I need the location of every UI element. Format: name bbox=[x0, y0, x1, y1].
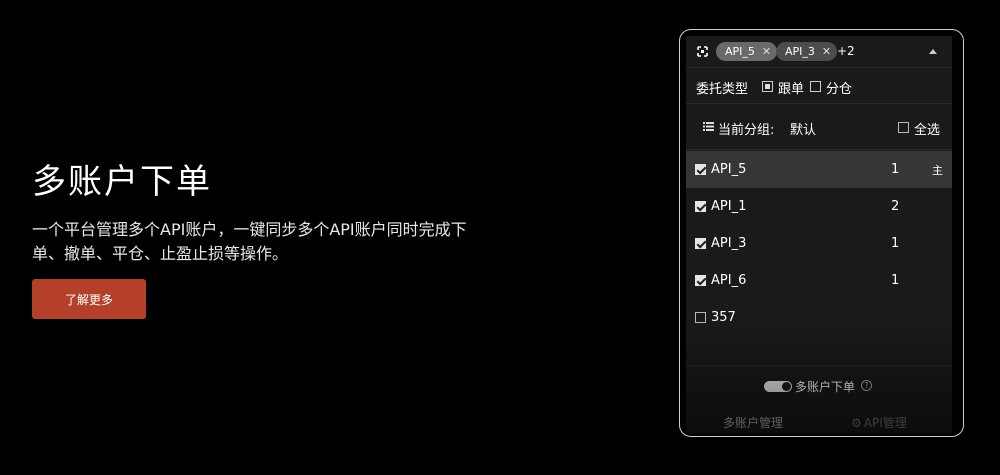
account-name: API_3 bbox=[711, 236, 747, 251]
expand-icon[interactable] bbox=[697, 46, 708, 57]
account-count: 1 bbox=[891, 273, 900, 288]
tab-multi-account-manage[interactable]: 多账户管理 bbox=[723, 414, 783, 431]
account-name: API_6 bbox=[711, 273, 747, 288]
split-position-radio[interactable] bbox=[810, 81, 821, 92]
follow-order-label[interactable]: 跟单 bbox=[778, 78, 804, 97]
account-row[interactable]: API_5 1 主 bbox=[686, 151, 952, 188]
current-group-label: 当前分组: bbox=[718, 123, 775, 138]
multi-account-toggle-label[interactable]: 多账户下单 bbox=[795, 378, 855, 395]
hero-section: 多账户下单 一个平台管理多个API账户，一键同步多个API账户同时完成下单、撤单… bbox=[32, 160, 492, 319]
caret-up-icon[interactable] bbox=[929, 49, 937, 54]
primary-badge: 主 bbox=[932, 164, 943, 177]
account-count: 1 bbox=[891, 162, 900, 177]
split-position-label[interactable]: 分仓 bbox=[826, 78, 852, 97]
account-count: 1 bbox=[891, 236, 900, 251]
current-group-value[interactable]: 默认 bbox=[790, 119, 816, 138]
select-all-checkbox[interactable] bbox=[898, 122, 909, 133]
gear-icon: ⚙ bbox=[851, 416, 862, 430]
help-icon[interactable]: ? bbox=[861, 380, 872, 391]
close-icon[interactable]: ✕ bbox=[822, 45, 831, 58]
close-icon[interactable]: ✕ bbox=[762, 45, 771, 58]
order-type-row: 委托类型 跟单 分仓 bbox=[686, 68, 952, 104]
account-row[interactable]: API_6 1 bbox=[686, 262, 952, 299]
account-checkbox[interactable] bbox=[695, 312, 706, 323]
account-name: API_1 bbox=[711, 199, 747, 214]
list-icon bbox=[703, 122, 714, 131]
account-checkbox[interactable] bbox=[695, 238, 706, 249]
account-checkbox[interactable] bbox=[695, 164, 706, 175]
multi-account-toggle-row: 多账户下单 ? bbox=[686, 365, 952, 405]
order-type-label: 委托类型 bbox=[696, 82, 749, 97]
selected-tag[interactable]: API_5 ✕ bbox=[716, 42, 778, 61]
account-row[interactable]: API_3 1 bbox=[686, 225, 952, 262]
account-row[interactable]: API_1 2 bbox=[686, 188, 952, 225]
group-row: 当前分组: 默认 全选 bbox=[686, 104, 952, 150]
account-name: 357 bbox=[711, 310, 736, 325]
select-all-label[interactable]: 全选 bbox=[914, 119, 940, 138]
multi-account-panel: API_5 ✕ API_3 ✕ +2 委托类型 跟单 分仓 当前分组: 默认 全… bbox=[686, 36, 952, 434]
account-checkbox[interactable] bbox=[695, 275, 706, 286]
selected-tag[interactable]: API_3 ✕ bbox=[776, 42, 838, 61]
tag-label: API_3 bbox=[785, 45, 815, 58]
tab-api-manage-label: API管理 bbox=[863, 416, 907, 430]
tag-label: API_5 bbox=[725, 45, 755, 58]
account-checkbox[interactable] bbox=[695, 201, 706, 212]
multi-account-switch[interactable] bbox=[764, 381, 792, 392]
learn-more-button[interactable]: 了解更多 bbox=[32, 279, 146, 319]
follow-order-radio[interactable] bbox=[762, 81, 773, 92]
tab-api-manage[interactable]: ⚙ API管理 bbox=[851, 414, 907, 431]
bottom-tabs: 多账户管理 ⚙ API管理 bbox=[686, 406, 952, 434]
page-title: 多账户下单 bbox=[32, 162, 212, 202]
account-count: 2 bbox=[891, 199, 900, 214]
more-count: +2 bbox=[837, 44, 855, 58]
account-row[interactable]: 357 bbox=[686, 299, 952, 336]
device-frame: API_5 ✕ API_3 ✕ +2 委托类型 跟单 分仓 当前分组: 默认 全… bbox=[679, 29, 964, 437]
account-selector[interactable]: API_5 ✕ API_3 ✕ +2 bbox=[686, 36, 952, 68]
account-name: API_5 bbox=[711, 162, 747, 177]
hero-description: 一个平台管理多个API账户，一键同步多个API账户同时完成下单、撤单、平仓、止盈… bbox=[32, 220, 467, 263]
